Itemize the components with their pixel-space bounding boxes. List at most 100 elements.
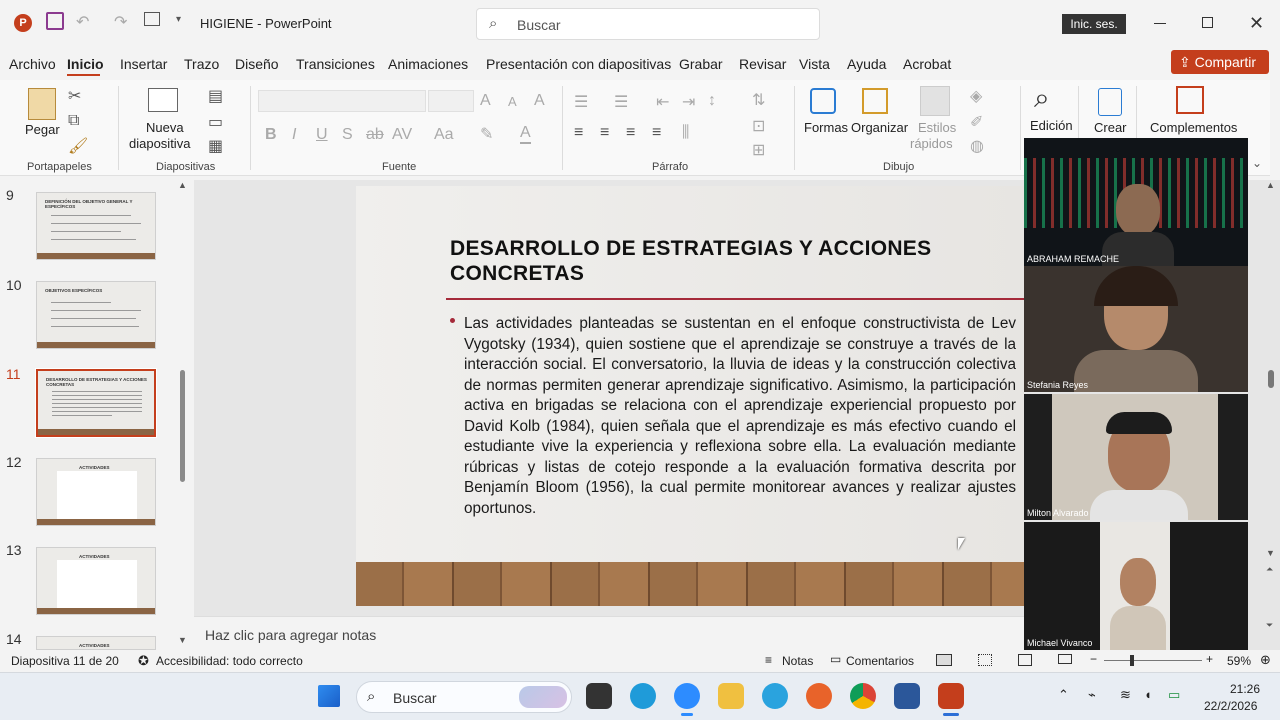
spacing-icon[interactable]: AV xyxy=(392,126,412,144)
close-icon[interactable]: ✕ xyxy=(1249,13,1264,34)
scroll-up-icon[interactable]: ▲ xyxy=(178,180,187,190)
search-box[interactable]: ⌕ Buscar xyxy=(476,8,820,40)
quick-styles-icon[interactable] xyxy=(920,86,950,116)
font-color-icon[interactable]: A xyxy=(520,124,531,144)
smartart-icon[interactable]: ⊞ xyxy=(752,140,765,160)
firefox-icon[interactable] xyxy=(806,683,832,709)
font-size-field[interactable] xyxy=(428,90,474,112)
video-tile[interactable]: Stefania Reyes xyxy=(1024,266,1248,392)
next-slide-icon[interactable]: ⏷ xyxy=(1266,620,1273,631)
reset-icon[interactable]: ▭ xyxy=(208,112,223,132)
accessibility-status[interactable]: Accesibilidad: todo correcto xyxy=(156,654,303,668)
numbering-icon[interactable]: ☰ xyxy=(614,92,628,112)
create-pdf-icon[interactable] xyxy=(1098,88,1122,116)
tab-revisar[interactable]: Revisar xyxy=(739,56,786,72)
redo-icon[interactable]: ↷ xyxy=(114,12,127,32)
paste-button[interactable]: Pegar xyxy=(25,122,60,137)
network-icon[interactable]: ⌁ xyxy=(1088,687,1096,703)
tab-animaciones[interactable]: Animaciones xyxy=(388,56,468,72)
scroll-down-icon[interactable]: ▼ xyxy=(178,635,187,645)
shape-effects-icon[interactable]: ◍ xyxy=(970,136,984,156)
accessibility-icon[interactable]: ✪ xyxy=(138,653,149,669)
windows-start-icon[interactable] xyxy=(318,685,340,707)
layout-icon[interactable]: ▤ xyxy=(208,86,223,106)
edge-icon[interactable] xyxy=(630,683,656,709)
tab-acrobat[interactable]: Acrobat xyxy=(903,56,951,72)
volume-icon[interactable]: ◖ xyxy=(1144,687,1152,702)
edit-search-icon[interactable]: ⌕ xyxy=(1034,82,1050,115)
new-slide-icon[interactable] xyxy=(148,88,178,112)
scroll-thumb[interactable] xyxy=(180,370,185,482)
tab-inicio[interactable]: Inicio xyxy=(67,56,104,72)
reading-view-icon[interactable] xyxy=(1018,654,1032,666)
align-left-icon[interactable]: ≡ xyxy=(574,124,583,142)
battery-icon[interactable]: ▭ xyxy=(1168,687,1180,703)
clock-time[interactable]: 21:26 xyxy=(1230,682,1260,696)
word-icon[interactable] xyxy=(894,683,920,709)
line-spacing-icon[interactable]: ↕ xyxy=(708,92,716,110)
arrange-icon[interactable] xyxy=(862,88,888,114)
new-slide-label2[interactable]: diapositiva xyxy=(129,136,190,151)
zoom-slider[interactable] xyxy=(1104,655,1202,666)
shapes-icon[interactable] xyxy=(810,88,836,114)
scroll-thumb[interactable] xyxy=(1268,370,1274,388)
shadow-icon[interactable]: S xyxy=(342,126,353,144)
video-tile[interactable]: Milton Alvarado xyxy=(1024,394,1248,520)
highlight-icon[interactable]: ✎ xyxy=(480,124,493,144)
tab-vista[interactable]: Vista xyxy=(799,56,830,72)
shape-outline-icon[interactable]: ✐ xyxy=(970,112,983,132)
addins-icon[interactable] xyxy=(1176,86,1204,114)
undo-icon[interactable]: ↶ xyxy=(76,12,89,32)
thumbnail-scrollbar[interactable]: ▲ ▼ xyxy=(178,180,188,650)
chrome-icon[interactable] xyxy=(850,683,876,709)
clock-date[interactable]: 22/2/2026 xyxy=(1204,699,1257,713)
tray-overflow-icon[interactable]: ⌃ xyxy=(1058,687,1069,703)
fit-slide-icon[interactable]: ⊕ xyxy=(1260,652,1271,668)
notes-toggle[interactable]: Notas xyxy=(782,654,813,668)
tab-diseno[interactable]: Diseño xyxy=(235,56,279,72)
slide-thumbnail-12[interactable]: ACTIVIDADES xyxy=(36,458,156,526)
shape-fill-icon[interactable]: ◈ xyxy=(970,86,982,106)
font-name-field[interactable] xyxy=(258,90,426,112)
collapse-ribbon-icon[interactable]: ⌄ xyxy=(1252,156,1262,170)
change-case-icon[interactable]: Aa xyxy=(434,126,454,144)
file-explorer-icon[interactable] xyxy=(718,683,744,709)
bold-icon[interactable]: B xyxy=(265,126,277,144)
comments-toggle[interactable]: Comentarios xyxy=(846,654,914,668)
arrange-button[interactable]: Organizar xyxy=(851,120,908,135)
normal-view-icon[interactable] xyxy=(936,654,952,666)
tab-transiciones[interactable]: Transiciones xyxy=(296,56,375,72)
addins-button[interactable]: Complementos xyxy=(1150,120,1237,135)
comments-icon[interactable]: ▭ xyxy=(830,652,841,666)
task-view-icon[interactable] xyxy=(586,683,612,709)
notes-icon[interactable]: ≡ xyxy=(765,653,772,667)
save-icon[interactable] xyxy=(46,12,64,30)
tab-grabar[interactable]: Grabar xyxy=(679,56,723,72)
slide-title[interactable]: DESARROLLO DE ESTRATEGIAS Y ACCIONES CON… xyxy=(450,236,990,286)
tab-insertar[interactable]: Insertar xyxy=(120,56,167,72)
clear-format-icon[interactable]: A xyxy=(534,92,545,110)
scroll-down-icon[interactable]: ▼ xyxy=(1266,548,1275,558)
grow-font-icon[interactable]: A xyxy=(480,92,491,110)
bullets-icon[interactable]: ☰ xyxy=(574,92,588,112)
tab-presentacion[interactable]: Presentación con diapositivas xyxy=(486,56,671,72)
slide-thumbnail-13[interactable]: ACTIVIDADES xyxy=(36,547,156,615)
slide-thumbnail-10[interactable]: OBJETIVOS ESPECÍFICOS xyxy=(36,281,156,349)
scroll-up-icon[interactable]: ▲ xyxy=(1266,180,1275,190)
restore-icon[interactable] xyxy=(1202,17,1213,28)
video-tile[interactable]: Michael Vivanco xyxy=(1024,522,1248,650)
zoom-app-icon[interactable] xyxy=(674,683,700,709)
decrease-indent-icon[interactable]: ⇤ xyxy=(656,92,669,112)
copy-icon[interactable]: ⧉ xyxy=(68,112,79,130)
zoom-out-icon[interactable]: − xyxy=(1090,652,1097,666)
tab-trazo[interactable]: Trazo xyxy=(184,56,219,72)
tab-archivo[interactable]: Archivo xyxy=(9,56,56,72)
align-right-icon[interactable]: ≡ xyxy=(626,124,635,142)
increase-indent-icon[interactable]: ⇥ xyxy=(682,92,695,112)
italic-icon[interactable]: I xyxy=(292,126,296,144)
video-tile[interactable]: ABRAHAM REMACHE xyxy=(1024,138,1248,266)
slide-scrollbar[interactable]: ▲ ▼ ⏶ ⏷ xyxy=(1264,180,1278,650)
customize-qat-icon[interactable]: ▾ xyxy=(176,14,181,25)
quick-styles-label2[interactable]: rápidos xyxy=(910,136,953,151)
slide-body[interactable]: Las actividades planteadas se sustentan … xyxy=(464,314,1016,519)
